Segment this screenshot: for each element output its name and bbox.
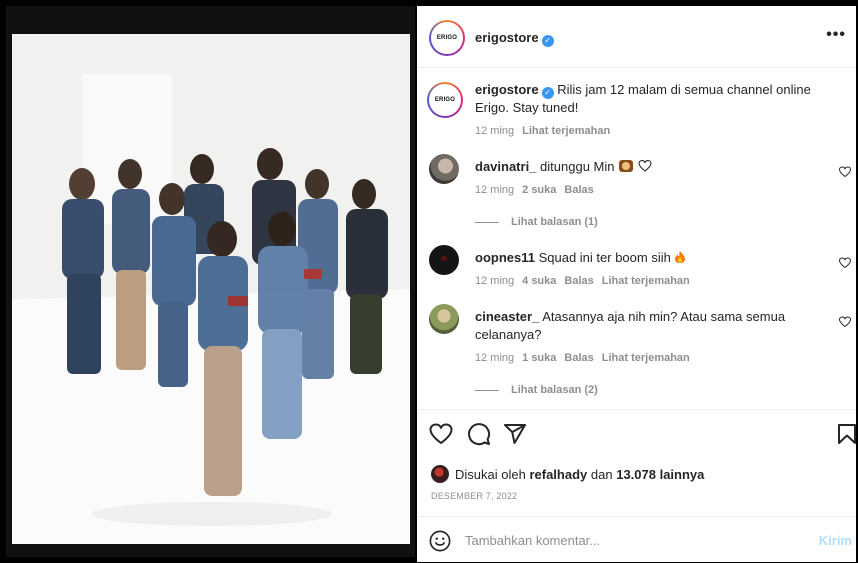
add-comment-bar: Kirim xyxy=(417,516,856,562)
likes-middle: dan xyxy=(590,467,613,482)
like-comment-heart-icon[interactable] xyxy=(839,257,851,269)
caption-meta: 12 ming Lihat terjemahan xyxy=(475,125,618,137)
comment-meta: 12 ming 2 suka Balas xyxy=(475,184,602,196)
caption-avatar[interactable]: ERIGO xyxy=(427,82,463,118)
share-paper-plane-icon[interactable] xyxy=(503,422,527,446)
post-comment-button[interactable]: Kirim xyxy=(819,533,852,548)
verified-badge-icon: ✓ xyxy=(541,87,554,99)
comment-text-block: cineaster_ Atasannya aja nih min? Atau s… xyxy=(475,308,815,344)
comment-username[interactable]: davinatri_ xyxy=(475,159,536,174)
like-comment-heart-icon[interactable] xyxy=(839,316,851,328)
view-replies-link[interactable]: Lihat balasan (2) xyxy=(475,384,598,396)
comment-time[interactable]: 12 ming xyxy=(475,352,514,364)
comment-username[interactable]: oopnes11 xyxy=(475,250,535,265)
comment-likes[interactable]: 4 suka xyxy=(522,275,556,287)
see-translation-link[interactable]: Lihat terjemahan xyxy=(602,352,690,364)
post-side-panel: ERIGO erigostore ✓ ••• ERIGO erigostore ✓ … xyxy=(417,6,856,562)
post-header: ERIGO erigostore ✓ ••• xyxy=(417,6,856,68)
comment-username[interactable]: cineaster_ xyxy=(475,309,539,324)
white-heart-emoji-icon xyxy=(638,159,652,172)
author-name-row: erigostore ✓ xyxy=(475,29,554,47)
comment-text-block: oopnes11 Squad ini ter boom siih xyxy=(475,249,815,267)
see-translation-link[interactable]: Lihat terjemahan xyxy=(522,125,610,137)
comment-likes[interactable]: 2 suka xyxy=(522,184,556,196)
commenter-avatar[interactable] xyxy=(429,245,459,275)
comments-section[interactable]: ERIGO erigostore ✓ Rilis jam 12 malam di … xyxy=(417,68,856,410)
like-heart-icon[interactable] xyxy=(429,422,453,446)
comment-text: ditunggu Min xyxy=(540,159,615,174)
emoji-picker-icon[interactable] xyxy=(429,530,451,552)
reply-button[interactable]: Balas xyxy=(564,352,593,364)
save-bookmark-icon[interactable] xyxy=(835,422,858,446)
fire-emoji-icon xyxy=(675,251,686,263)
comment-meta: 12 ming 1 suka Balas Lihat terjemahan xyxy=(475,352,698,364)
group-photo-illustration xyxy=(12,34,410,544)
liker-avatar[interactable] xyxy=(431,465,449,483)
likes-summary: Disukai oleh refalhady dan 13.078 lainny… xyxy=(431,465,704,483)
caption-text-block: erigostore ✓ Rilis jam 12 malam di semua … xyxy=(475,81,815,117)
post-media[interactable] xyxy=(6,6,415,557)
comment-bubble-icon[interactable] xyxy=(467,422,491,446)
reply-button[interactable]: Balas xyxy=(564,184,593,196)
comment-meta: 12 ming 4 suka Balas Lihat terjemahan xyxy=(475,275,698,287)
author-username[interactable]: erigostore xyxy=(475,30,539,45)
liker-username[interactable]: refalhady xyxy=(529,467,587,482)
comment-input[interactable] xyxy=(465,529,795,551)
caption-username[interactable]: erigostore xyxy=(475,82,539,97)
post-date[interactable]: DESEMBER 7, 2022 xyxy=(431,491,517,501)
post-photo xyxy=(12,34,410,544)
caption-time[interactable]: 12 ming xyxy=(475,125,514,137)
comment-time[interactable]: 12 ming xyxy=(475,184,514,196)
commenter-avatar[interactable] xyxy=(429,154,459,184)
post-actions: Disukai oleh refalhady dan 13.078 lainny… xyxy=(417,410,856,520)
comment-text: Squad ini ter boom siih xyxy=(538,250,671,265)
see-translation-link[interactable]: Lihat terjemahan xyxy=(602,275,690,287)
avatar-logo-text: ERIGO xyxy=(436,35,458,41)
likes-count[interactable]: 13.078 lainnya xyxy=(616,467,704,482)
more-options-icon[interactable]: ••• xyxy=(826,26,846,44)
comment-likes[interactable]: 1 suka xyxy=(522,352,556,364)
reply-button[interactable]: Balas xyxy=(564,275,593,287)
likes-prefix: Disukai oleh xyxy=(455,467,526,482)
comment-time[interactable]: 12 ming xyxy=(475,275,514,287)
author-avatar[interactable]: ERIGO xyxy=(429,20,465,56)
comment-text-block: davinatri_ ditunggu Min xyxy=(475,158,815,176)
commenter-avatar[interactable] xyxy=(429,304,459,334)
avatar-logo-text: ERIGO xyxy=(434,97,456,103)
view-replies-link[interactable]: Lihat balasan (1) xyxy=(475,216,598,228)
woman-emoji-icon xyxy=(619,160,634,172)
like-comment-heart-icon[interactable] xyxy=(839,166,851,178)
verified-badge-icon: ✓ xyxy=(541,35,554,47)
